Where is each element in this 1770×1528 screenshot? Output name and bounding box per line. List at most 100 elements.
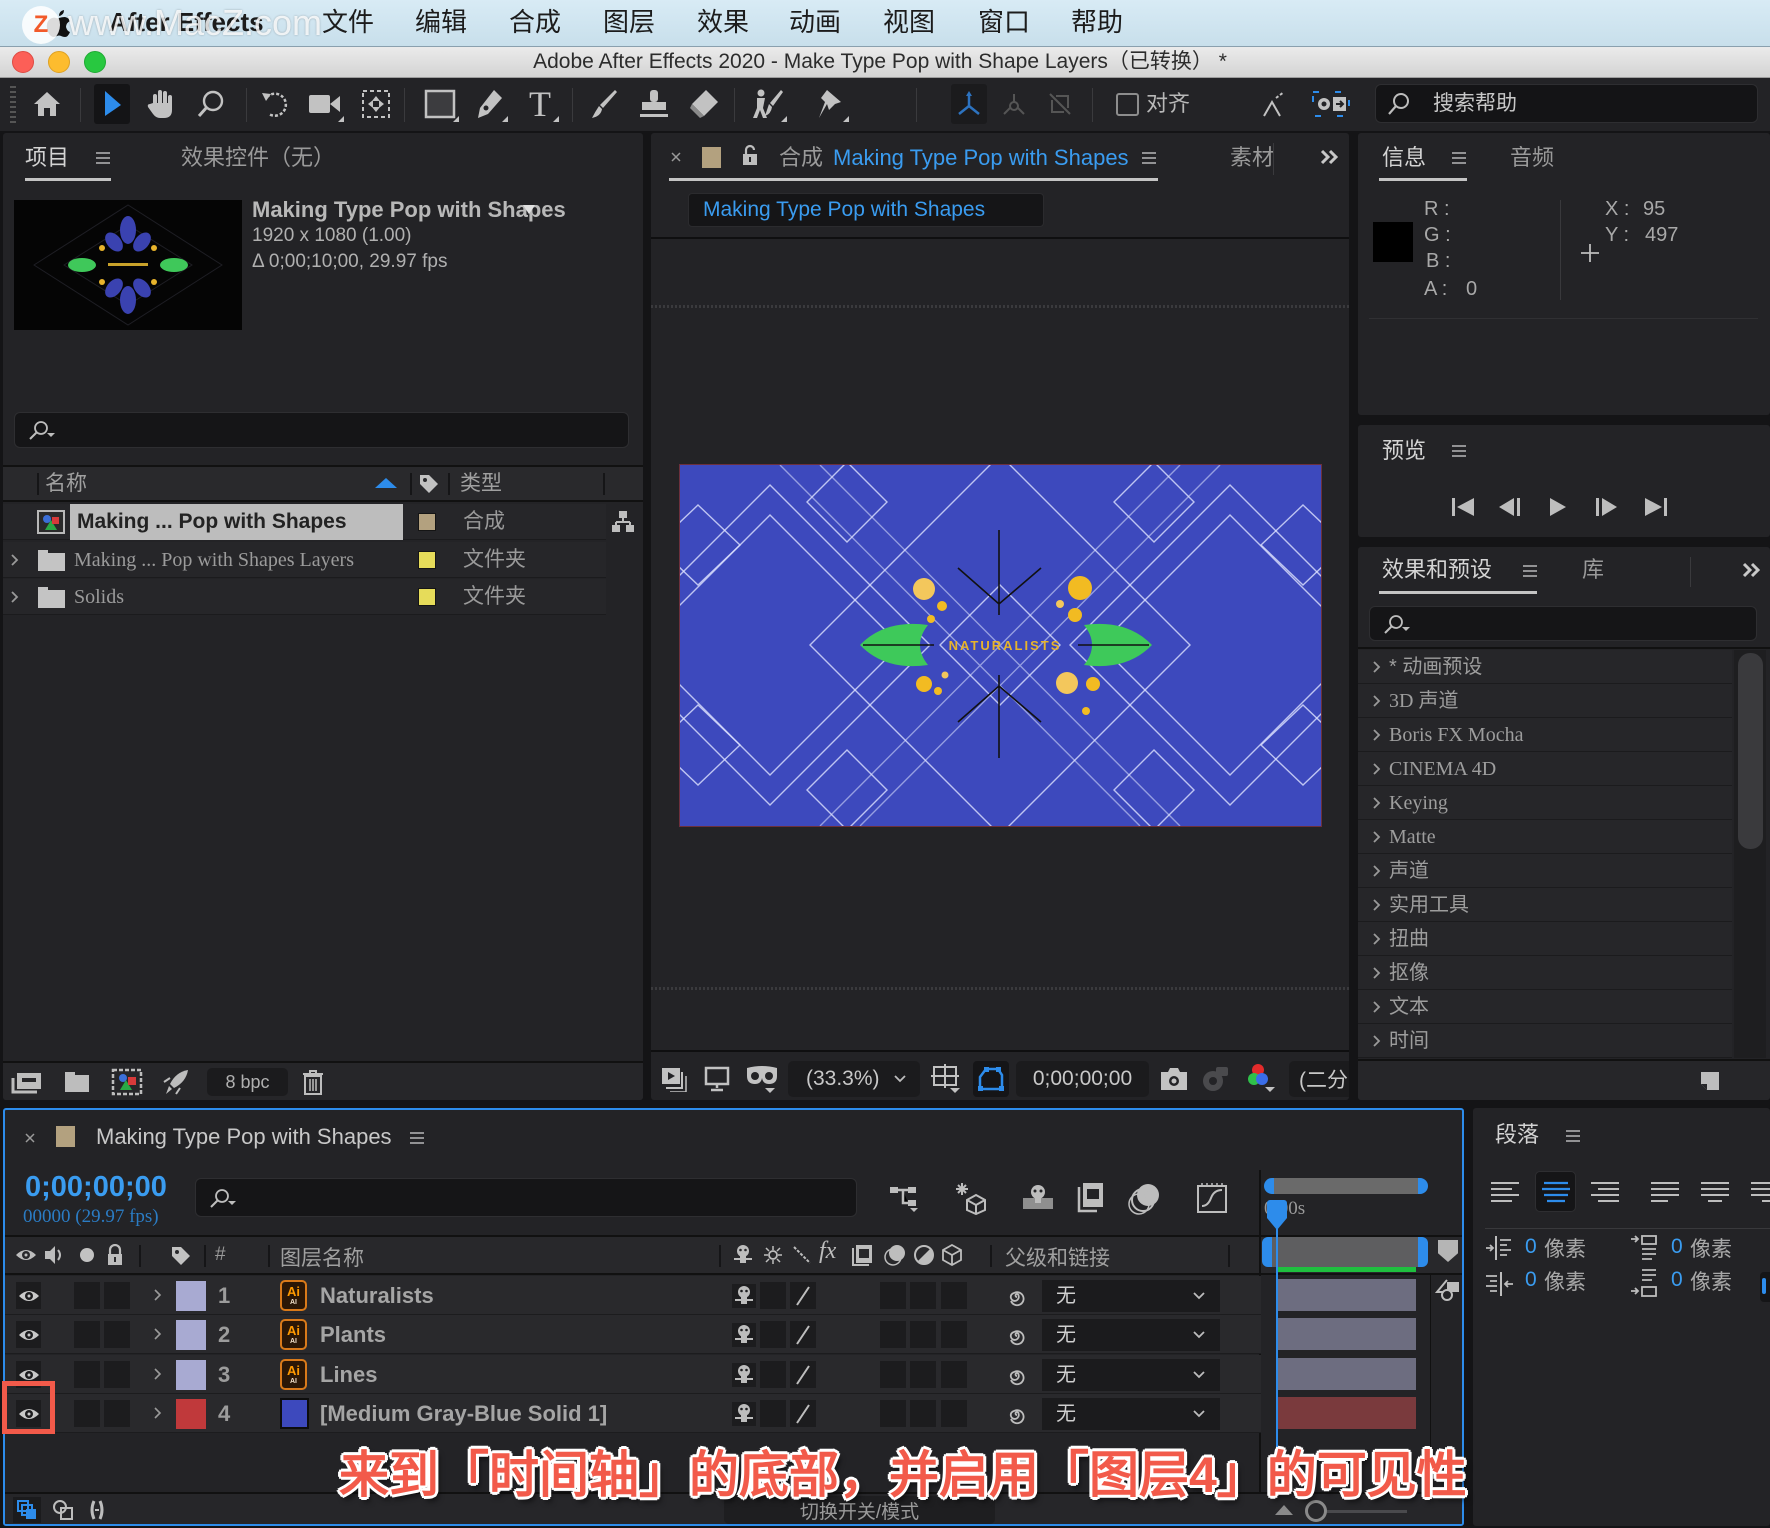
tab-effect-controls[interactable]: 效果控件（无） [181,145,335,171]
adjustment-layer-switch[interactable] [910,1400,936,1427]
menu-view[interactable]: 视图 [883,6,935,38]
effects-category[interactable]: 实用工具 [1358,888,1732,922]
effects-panel-menu-icon[interactable] [1521,563,1539,579]
layer-label-color[interactable] [176,1399,206,1429]
align-right-icon[interactable] [1589,1178,1621,1206]
justify-last-right-icon[interactable] [1749,1178,1770,1206]
expand-chevron-icon[interactable] [153,1327,163,1346]
indent-left-value[interactable]: 0 [1525,1235,1537,1259]
always-preview-icon[interactable] [659,1061,689,1097]
motion-blur-switch[interactable] [880,1361,906,1388]
layer-lock-toggle[interactable] [104,1400,130,1427]
info-panel-menu-icon[interactable] [1450,150,1468,166]
parent-dropdown[interactable]: 无 [1042,1398,1220,1430]
project-search-input[interactable] [61,413,618,447]
snap-checkbox[interactable] [1116,93,1139,116]
composition-viewer-canvas[interactable]: NATURALISTS [651,454,1349,836]
layer-duration-bar[interactable] [1278,1318,1416,1350]
hand-tool-button[interactable] [144,86,178,122]
column-separator[interactable] [603,473,605,495]
quality-switch[interactable] [790,1400,816,1427]
solo-column-dot-icon[interactable] [80,1248,94,1262]
graph-editor-icon[interactable] [1194,1180,1230,1216]
parent-dropdown[interactable]: 无 [1042,1280,1220,1312]
resolution-dropdown[interactable]: (二分 [1289,1061,1349,1097]
shy-switch-icon[interactable] [732,1363,756,1387]
camera-tool-button[interactable] [308,86,344,122]
more-tabs-icon[interactable] [1741,560,1763,580]
current-time-display[interactable]: 0;00;00;00 [1016,1061,1149,1097]
adjustment-layer-switch[interactable] [910,1321,936,1348]
world-axis-mode-button[interactable] [997,86,1031,122]
paragraph-overflow-indicator[interactable] [1760,1272,1770,1302]
magnification-dropdown[interactable]: (33.3%) [788,1061,920,1097]
project-search-field[interactable] [14,412,629,448]
toolbar-grip[interactable] [10,86,16,124]
menu-animation[interactable]: 动画 [789,6,841,38]
tab-info[interactable]: 信息 [1382,145,1426,171]
motion-blur-switch[interactable] [880,1400,906,1427]
time-navigator-bar[interactable] [1264,1178,1428,1194]
project-panel-menu-icon[interactable] [94,150,112,166]
last-frame-button[interactable] [1643,495,1669,519]
tab-audio[interactable]: 音频 [1510,145,1554,171]
parent-pick-whip-icon[interactable] [1005,1402,1029,1426]
render-queue-icon[interactable] [161,1067,191,1097]
motion-blur-switch[interactable] [880,1321,906,1348]
rectangle-tool-button[interactable] [423,86,459,122]
view-axis-mode-button[interactable] [1043,86,1077,122]
frame-blend-column-icon[interactable] [850,1243,874,1267]
effects-column-fx-icon[interactable]: fx [819,1238,836,1265]
column-separator[interactable] [410,473,412,495]
layer-row[interactable]: 2 Ai AI Plants 无 [5,1315,1416,1354]
shy-column-icon[interactable] [732,1244,754,1266]
home-button[interactable] [30,86,64,122]
3d-glasses-icon[interactable] [745,1061,779,1097]
comp-button-icon[interactable] [1435,1278,1461,1302]
breadcrumb-comp-name[interactable]: Making Type Pop with Shapes [703,197,985,223]
preview-panel-menu-icon[interactable] [1450,443,1468,459]
column-header-layer-name[interactable]: 图层名称 [280,1242,364,1272]
layer-name[interactable]: Plants [320,1321,386,1349]
indent-right-value[interactable]: 0 [1525,1268,1537,1292]
menu-composition[interactable]: 合成 [509,6,561,38]
parent-pick-whip-icon[interactable] [1005,1363,1029,1387]
zoom-out-mountain-icon[interactable] [1275,1505,1293,1515]
new-composition-icon[interactable] [110,1067,144,1097]
lock-column-icon[interactable] [105,1243,125,1267]
expand-chevron-icon[interactable] [153,1406,163,1425]
take-snapshot-icon[interactable] [1159,1061,1189,1097]
frame-blending-icon[interactable] [1073,1180,1107,1216]
shy-switch-icon[interactable] [732,1323,756,1347]
transfer-controls-toggle-icon[interactable] [49,1497,77,1523]
layer-duration-bar[interactable] [1278,1279,1416,1311]
expand-chevron-icon[interactable] [153,1288,163,1307]
adjustment-layer-column-icon[interactable] [912,1244,936,1266]
video-column-eye-icon[interactable] [15,1246,37,1264]
effects-search-input[interactable] [1416,607,1746,640]
expand-chevron-icon[interactable] [9,590,21,604]
effects-category[interactable]: 声道 [1358,854,1732,888]
snap-label[interactable]: 对齐 [1146,90,1190,118]
collapse-switch[interactable] [760,1400,786,1427]
label-tag-icon[interactable] [417,472,441,496]
column-header-parent[interactable]: 父级和链接 [1005,1242,1110,1272]
show-channel-icon[interactable] [1245,1061,1277,1097]
column-separator[interactable] [204,1245,206,1267]
layer-visibility-toggle[interactable] [16,1282,41,1309]
show-snapshot-icon[interactable] [1200,1061,1230,1097]
parent-pick-whip-icon[interactable] [1005,1284,1029,1308]
next-frame-button[interactable] [1593,495,1619,519]
project-item-name[interactable]: Solids [74,584,124,610]
column-header-number[interactable]: # [215,1244,226,1266]
trash-icon[interactable] [301,1068,325,1096]
quality-switch[interactable] [790,1282,816,1309]
collapse-switch[interactable] [760,1321,786,1348]
layer-lock-toggle[interactable] [104,1321,130,1348]
quality-column-icon[interactable] [791,1244,813,1266]
interpret-footage-icon[interactable] [11,1069,43,1095]
effects-scrollbar-thumb[interactable] [1738,653,1763,849]
lock-icon[interactable] [741,143,759,167]
in-out-toggle-icon[interactable] [83,1497,111,1523]
previous-frame-button[interactable] [1497,495,1523,519]
